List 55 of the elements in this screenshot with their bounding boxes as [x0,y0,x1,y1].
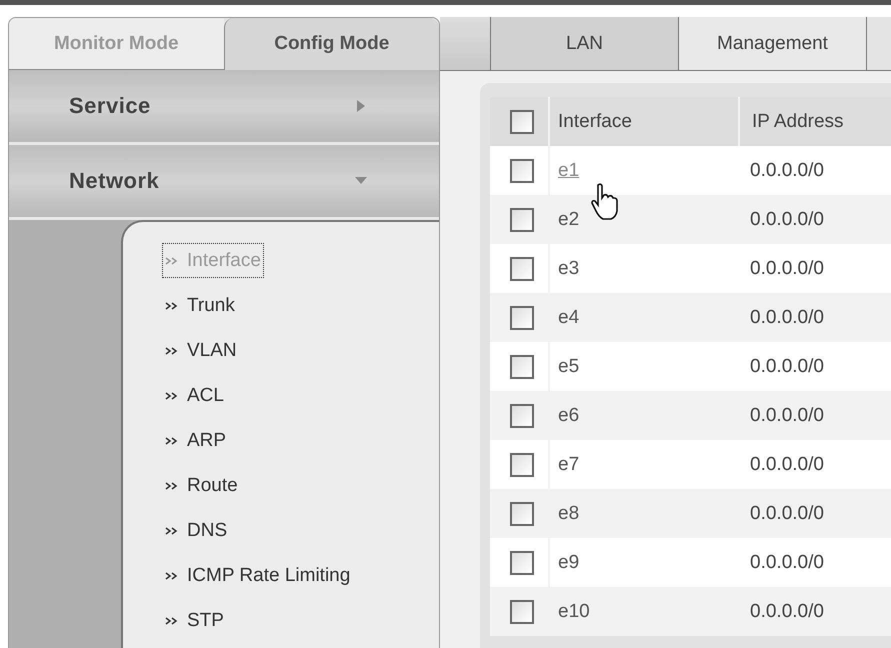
row-checkbox[interactable] [510,158,534,182]
mode-tab[interactable]: Config Mode [224,18,439,70]
table-cell: e6 [558,404,580,426]
submenu-item[interactable]: VLAN [163,334,239,367]
table-cell: e4 [558,306,580,328]
table-cell: 0.0.0.0/0 [750,600,824,622]
table-cell: e10 [558,600,590,622]
chevron-icon [165,526,179,536]
row-checkbox[interactable] [510,256,534,280]
submenu-item[interactable]: STP [163,604,226,637]
chevron-icon [165,256,179,266]
submenu-item[interactable]: DNS [163,514,230,547]
row-checkbox[interactable] [510,452,534,476]
table-cell: e5 [558,356,580,378]
column-header[interactable]: IP Address [752,110,844,132]
nav-tab[interactable]: Management [679,17,867,70]
row-checkbox[interactable] [510,550,534,574]
table-cell: 0.0.0.0/0 [750,356,824,376]
row-checkbox[interactable] [510,404,534,428]
row-checkbox[interactable] [510,600,534,624]
chevron-icon [165,480,179,490]
table-cell: e3 [558,258,580,280]
table-cell: 0.0.0.0/0 [750,502,824,524]
table-cell: 0.0.0.0/0 [750,454,824,474]
sidebar-section[interactable]: Service [9,70,439,145]
select-all-checkbox[interactable] [510,110,534,134]
row-checkbox[interactable] [510,208,534,232]
chevron-icon [165,436,179,446]
submenu-item[interactable]: ACL [163,379,226,412]
submenu-item[interactable]: ARP [163,424,228,457]
chevron-icon [165,346,179,356]
table-cell: 0.0.0.0/0 [750,258,824,278]
interface-link[interactable]: e1 [558,160,580,182]
column-header[interactable]: Interface [558,110,632,132]
table-cell: 0.0.0.0/0 [750,306,824,328]
sidebar-section[interactable]: Network [9,145,439,220]
chevron-icon [165,390,179,400]
table-cell: e2 [558,208,580,230]
table-cell: e8 [558,502,580,524]
table-cell: 0.0.0.0/0 [750,404,824,426]
chevron-icon [165,616,179,626]
row-checkbox[interactable] [510,502,534,526]
table-cell: e7 [558,454,580,476]
chevron-icon [165,300,179,310]
submenu-item[interactable]: Route [163,469,240,502]
table-cell: 0.0.0.0/0 [750,160,824,180]
table-cell: 0.0.0.0/0 [750,552,824,572]
chevron-icon [165,570,179,580]
submenu-item[interactable]: Trunk [163,289,237,322]
table-cell: 0.0.0.0/0 [750,208,824,230]
row-checkbox[interactable] [510,306,534,330]
nav-tab[interactable]: LAN [491,17,679,70]
row-checkbox[interactable] [510,354,534,378]
submenu-item[interactable]: ICMP Rate Limiting [163,559,352,592]
table-cell: e9 [558,552,580,574]
